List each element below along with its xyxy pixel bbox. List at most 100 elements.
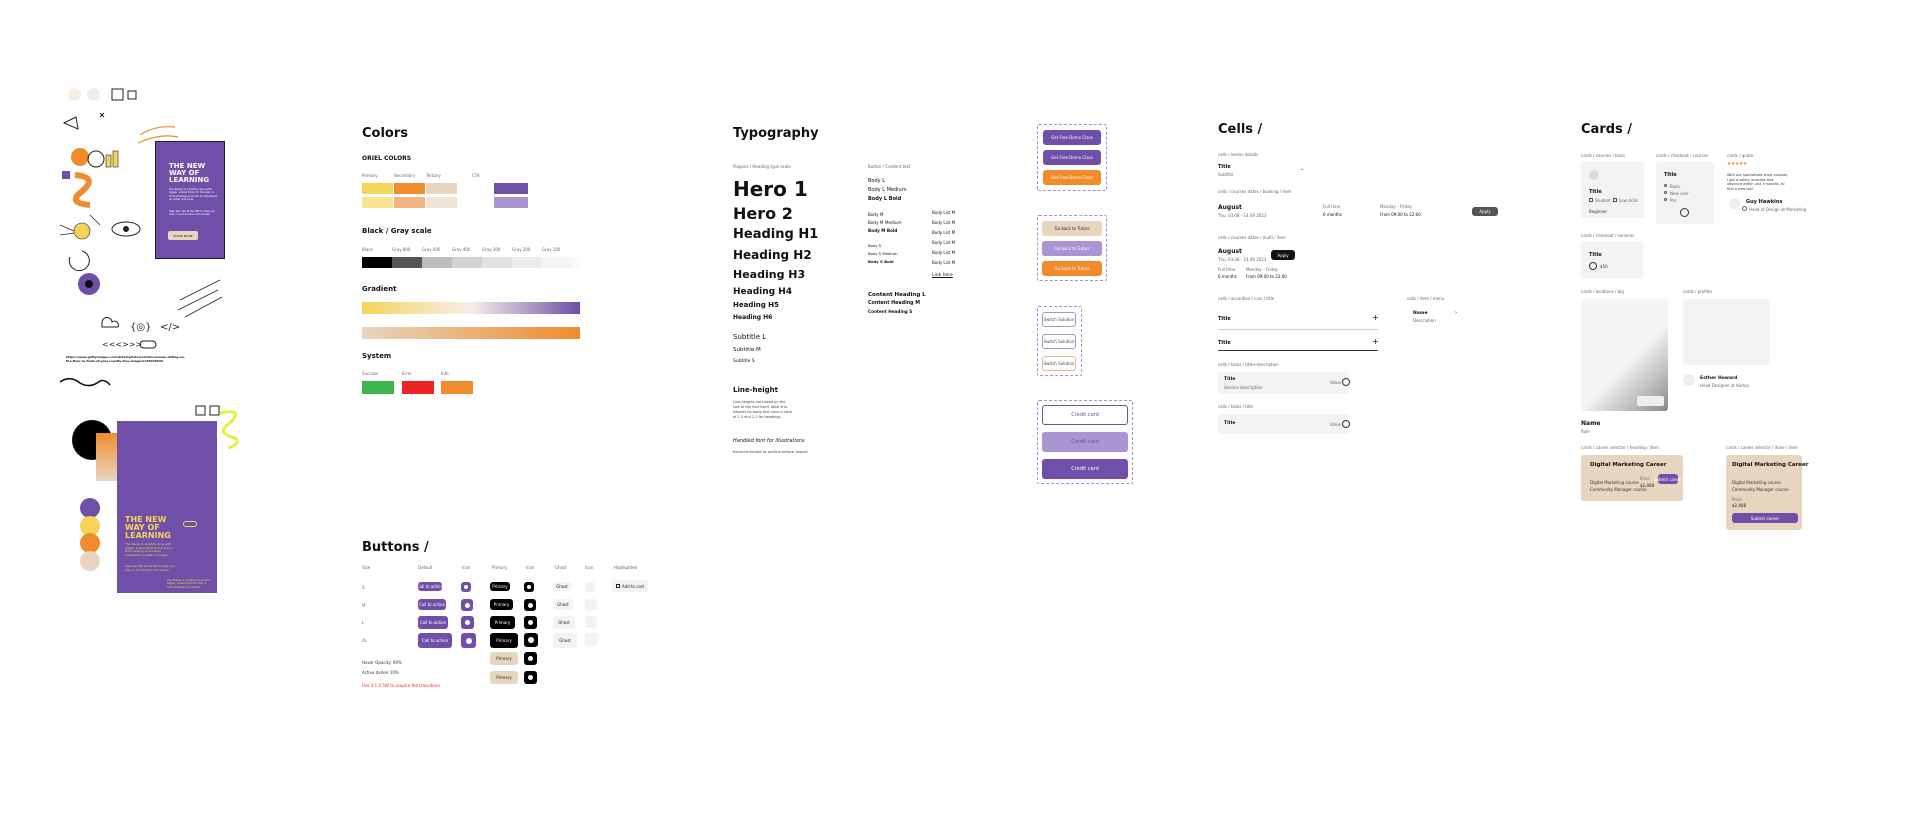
switch-button-3[interactable]: Switch Solution	[1042, 356, 1076, 371]
demo-button-1[interactable]: Get Free Demo Class	[1043, 130, 1101, 145]
task-cell[interactable]	[1218, 414, 1348, 434]
demo-button-2[interactable]: Get Free Demo Class	[1043, 150, 1101, 165]
switch-button-1[interactable]: Switch Solution	[1042, 312, 1076, 327]
ghost-icon-button-xl[interactable]	[585, 633, 598, 646]
cell-lesson-title: Title	[1218, 164, 1231, 170]
profile-card[interactable]	[1683, 299, 1770, 365]
dark-icon-button-5[interactable]	[524, 652, 537, 665]
plus-icon[interactable]: +	[1372, 313, 1379, 322]
big-poster-footer: The design is carefully done with bigger…	[167, 579, 210, 589]
services-card[interactable]	[1581, 242, 1643, 278]
add-to-cart-button[interactable]: Add to cart	[612, 580, 648, 592]
icon-button-m[interactable]	[461, 599, 473, 611]
dark-icon-button-xl[interactable]	[524, 633, 538, 647]
buttons-title: Buttons /	[362, 540, 429, 555]
radio-icon[interactable]	[1680, 208, 1689, 217]
radio-icon[interactable]	[1664, 191, 1667, 194]
option-student: Student	[1595, 198, 1611, 203]
menu-description: Description	[1413, 318, 1436, 323]
credit-card-button-3[interactable]: Credit card	[1042, 459, 1128, 479]
body-item: Body S	[868, 243, 882, 248]
link-here[interactable]: Link here	[932, 273, 955, 278]
career-1-price-label: Price	[1640, 476, 1650, 481]
ghost-icon-button-l[interactable]	[585, 616, 597, 628]
add-to-cart-label: Add to cart	[621, 583, 645, 589]
buttons-col-size: Size	[362, 565, 371, 570]
ghost-icon-button-m[interactable]	[585, 599, 597, 611]
career-2-submit-button[interactable]: Submit career	[1732, 513, 1798, 523]
primary-button-s[interactable]: Primary	[490, 582, 510, 591]
tutors-button-2[interactable]: Go back to Tutors	[1042, 241, 1102, 256]
ghost-button-xl[interactable]: Ghost	[553, 633, 577, 648]
cta-button-s[interactable]: Call to action	[417, 582, 443, 591]
menu-name: Name	[1413, 311, 1428, 316]
option-beginner: Beginner	[1589, 209, 1608, 214]
task-value: Value	[1330, 422, 1341, 427]
multi-apply-button[interactable]: Apply	[1271, 250, 1295, 260]
credit-card-button-2[interactable]: Credit card	[1042, 432, 1128, 452]
body-note: Button / Content text	[868, 164, 911, 169]
tutors-button-1[interactable]: Go back to Tutors	[1042, 221, 1102, 236]
dark-icon-button-6[interactable]	[524, 671, 537, 684]
dark-icon-button-l[interactable]	[524, 616, 537, 629]
poster-show-more-button[interactable]: SHOW MORE	[168, 231, 198, 240]
circle-icon	[465, 620, 470, 625]
radio-pro: Pro	[1670, 198, 1677, 203]
icon-button-l[interactable]	[461, 616, 474, 629]
task-desc-cell[interactable]	[1218, 372, 1348, 394]
career-1-price: $2,408	[1640, 483, 1654, 488]
type-heading-h2: Heading H2	[733, 248, 812, 262]
profile-role: Head Designer at Kortos	[1700, 383, 1749, 388]
ghost-button-l[interactable]: Ghost	[553, 616, 575, 629]
avatar	[1729, 198, 1740, 209]
demo-button-3[interactable]: Get Free Demo Class	[1043, 170, 1101, 185]
checkbox-icon[interactable]	[1613, 198, 1617, 202]
gray-swatch-4	[482, 257, 512, 268]
ghost-icon-button-s[interactable]	[585, 582, 595, 592]
radio-icon[interactable]	[1342, 378, 1350, 386]
radio-icon[interactable]	[1589, 262, 1597, 270]
location-big-card[interactable]	[1581, 299, 1668, 411]
quote-name: Guy Hawkins	[1746, 199, 1783, 205]
radio-icon[interactable]	[1342, 420, 1350, 428]
poster-mockup-large: THE NEW WAY OF LEARNING The design is ca…	[70, 403, 245, 633]
radio-icon[interactable]	[1742, 206, 1747, 211]
icon-button-xl[interactable]	[461, 633, 476, 648]
primary-button-xl[interactable]: Primary	[490, 633, 518, 648]
dark-icon-button-s[interactable]	[524, 582, 534, 592]
chevron-down-icon[interactable]: ⌄	[1300, 166, 1304, 172]
primary-button-m[interactable]: Primary	[490, 599, 513, 610]
radio-icon[interactable]	[1664, 198, 1667, 201]
ghost-button-s[interactable]: Ghost	[553, 582, 571, 591]
cta-button-m[interactable]: Call to action	[418, 599, 446, 610]
multi-full-time: Full time	[1218, 267, 1236, 272]
plus-icon[interactable]: +	[1372, 337, 1379, 346]
primary-button-beige[interactable]: Primary	[490, 652, 518, 665]
primary-button-beige-2[interactable]: Primary	[490, 671, 518, 684]
slider-toggle-icon[interactable]	[183, 521, 197, 527]
system-title: System	[362, 352, 392, 360]
buttons-note-transition: Use 3:1 0.5W to acquire the transitions	[362, 683, 441, 688]
size-xl: XL	[362, 638, 367, 643]
radio-icon[interactable]	[1664, 184, 1667, 187]
buttons-col-default: Default	[418, 565, 433, 570]
cta-button-xl[interactable]: Call to action	[418, 633, 452, 648]
body-item: Body M Bold	[868, 228, 898, 233]
switch-button-2[interactable]: Switch Solution	[1042, 334, 1076, 349]
credit-card-button-1[interactable]: Credit card	[1042, 405, 1128, 425]
accordion-divider-1	[1218, 329, 1378, 330]
tutors-button-3[interactable]: Go back to Tutors	[1042, 261, 1102, 276]
primary-button-l[interactable]: Primary	[490, 616, 515, 629]
checkbox-icon[interactable]	[1589, 198, 1593, 202]
icon-button-s[interactable]	[461, 582, 471, 592]
career-1-submit-button[interactable]: Submit career	[1654, 474, 1682, 484]
cta-button-l[interactable]: Call to action	[418, 616, 448, 629]
dark-icon-button-m[interactable]	[524, 599, 536, 611]
ghost-button-m[interactable]: Ghost	[553, 599, 573, 610]
career-2-price: $2,408	[1732, 503, 1746, 508]
booking-apply-button[interactable]: Apply	[1472, 207, 1498, 216]
type-heading-h3: Heading H3	[733, 268, 806, 281]
swatch-label-cta: CTA	[472, 173, 480, 178]
chevron-right-icon[interactable]: ›	[1455, 310, 1457, 316]
cards-label-location: cards / locations / big	[1581, 289, 1624, 294]
